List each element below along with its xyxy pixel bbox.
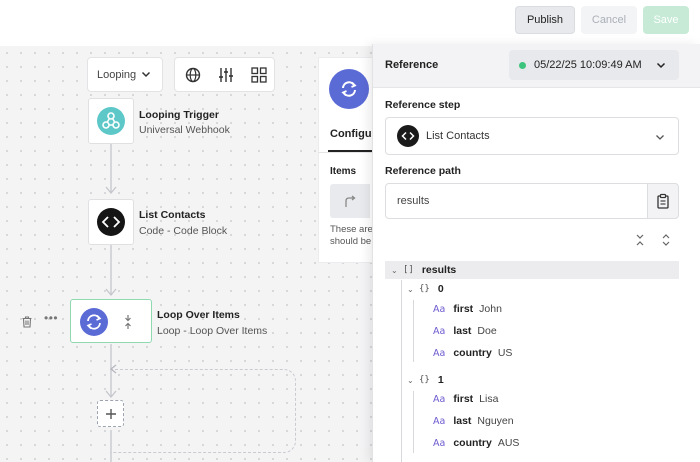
items-label: Items xyxy=(330,166,357,177)
reference-picker-button[interactable] xyxy=(330,184,370,218)
node-loop-over-items[interactable] xyxy=(70,299,152,343)
tree-key: country xyxy=(453,437,492,449)
chevron-down-icon xyxy=(656,62,666,69)
mode-dropdown[interactable]: Looping xyxy=(87,57,163,92)
reference-header: Reference 05/22/25 10:09:49 AM xyxy=(373,44,700,88)
copy-path-button[interactable] xyxy=(647,183,679,219)
plus-icon xyxy=(105,408,116,419)
clipboard-icon xyxy=(657,193,669,209)
node-title: Looping Trigger xyxy=(139,109,219,121)
string-type-icon: Aa xyxy=(433,347,446,359)
array-type-icon: [] xyxy=(403,265,414,275)
publish-button[interactable]: Publish xyxy=(515,6,575,34)
add-step-button[interactable] xyxy=(97,400,124,427)
string-type-icon: Aa xyxy=(433,437,446,449)
tree-value: Lisa xyxy=(479,393,499,405)
chevron-down-icon: ⌄ xyxy=(391,265,398,275)
node-subtitle: Code - Code Block xyxy=(139,225,228,237)
tree-key: first xyxy=(453,393,474,405)
tree-root-row[interactable]: ⌄ [] results xyxy=(385,261,679,279)
tab-divider xyxy=(318,152,378,153)
save-button[interactable]: Save xyxy=(643,6,689,34)
run-date-select[interactable]: 05/22/25 10:09:49 AM xyxy=(509,50,679,80)
loop-icon xyxy=(329,69,369,109)
string-type-icon: Aa xyxy=(433,393,446,405)
tree-value: AUS xyxy=(497,437,520,449)
tree-key: 0 xyxy=(437,283,444,295)
object-type-icon: {} xyxy=(419,284,430,294)
chevron-down-icon xyxy=(141,71,151,78)
node-looping-trigger[interactable] xyxy=(88,98,134,144)
webhook-icon xyxy=(97,107,125,135)
node-subtitle: Universal Webhook xyxy=(139,124,230,136)
run-timestamp: 05/22/25 10:09:49 AM xyxy=(534,59,642,71)
reference-step-select[interactable]: List Contacts xyxy=(385,117,679,155)
items-help-text: These are should be xyxy=(330,224,373,247)
node-list-contacts[interactable] xyxy=(88,199,134,245)
top-bar: Publish Cancel Save xyxy=(0,0,700,46)
tree-field-row[interactable]: Aa country AUS xyxy=(433,434,519,452)
tree-value: Doe xyxy=(477,325,497,337)
sliders-icon[interactable] xyxy=(217,66,235,84)
tree-value: Nguyen xyxy=(477,415,514,427)
tree-guide xyxy=(413,300,414,362)
grid-icon[interactable] xyxy=(250,66,268,84)
globe-icon[interactable] xyxy=(184,66,202,84)
tree-value: US xyxy=(497,347,513,359)
string-type-icon: Aa xyxy=(433,325,446,337)
reference-step-value: List Contacts xyxy=(426,130,490,142)
tree-field-row[interactable]: Aa last Nguyen xyxy=(433,412,514,430)
chevron-down-icon: ⌄ xyxy=(407,375,414,385)
node-title: List Contacts xyxy=(139,209,206,221)
tree-key: last xyxy=(453,325,472,337)
tree-key: first xyxy=(453,303,474,315)
node-title: Loop Over Items xyxy=(157,309,240,321)
tree-item-row[interactable]: ⌄ {} 1 xyxy=(407,371,450,389)
collapse-all-icon[interactable] xyxy=(633,233,647,247)
tree-field-row[interactable]: Aa first Lisa xyxy=(433,390,498,408)
reference-step-label: Reference step xyxy=(385,99,461,111)
tree-guide xyxy=(413,391,414,453)
tree-key: 1 xyxy=(437,374,444,386)
tree-value: John xyxy=(479,303,502,315)
loop-icon xyxy=(80,308,108,336)
tab-configure[interactable]: Configur xyxy=(330,128,376,140)
code-icon xyxy=(97,208,125,236)
expand-all-icon[interactable] xyxy=(659,233,673,247)
cancel-button[interactable]: Cancel xyxy=(581,6,637,34)
canvas-toolbar xyxy=(174,57,275,92)
tree-field-row[interactable]: Aa last Doe xyxy=(433,322,497,340)
chevron-down-icon: ⌄ xyxy=(407,284,414,294)
status-dot xyxy=(519,61,526,69)
more-options-icon[interactable]: ••• xyxy=(44,311,58,325)
reference-panel: Reference 05/22/25 10:09:49 AM Reference… xyxy=(372,44,700,462)
trash-icon[interactable] xyxy=(20,315,34,329)
loop-return-path xyxy=(110,369,296,453)
string-type-icon: Aa xyxy=(433,415,446,427)
string-type-icon: Aa xyxy=(433,303,446,315)
reference-title: Reference xyxy=(385,59,439,71)
tree-field-row[interactable]: Aa first John xyxy=(433,300,502,318)
reference-path-input[interactable]: results xyxy=(385,183,648,219)
tree-key: last xyxy=(453,415,472,427)
tree-key: results xyxy=(421,264,457,276)
reference-path-label: Reference path xyxy=(385,165,461,177)
object-type-icon: {} xyxy=(419,375,430,385)
code-icon xyxy=(397,125,419,147)
tree-guide xyxy=(401,280,402,462)
tree-field-row[interactable]: Aa country US xyxy=(433,344,512,362)
chevron-down-icon xyxy=(656,135,664,140)
branch-arrow-icon xyxy=(345,195,356,207)
collapse-arrows-icon[interactable] xyxy=(122,314,134,330)
loop-arrow-icon xyxy=(109,364,117,374)
mode-dropdown-value: Looping xyxy=(97,68,137,81)
tree-key: country xyxy=(453,347,492,359)
node-subtitle: Loop - Loop Over Items xyxy=(157,325,268,337)
tab-active-indicator xyxy=(328,150,378,152)
tree-item-row[interactable]: ⌄ {} 0 xyxy=(407,280,450,298)
